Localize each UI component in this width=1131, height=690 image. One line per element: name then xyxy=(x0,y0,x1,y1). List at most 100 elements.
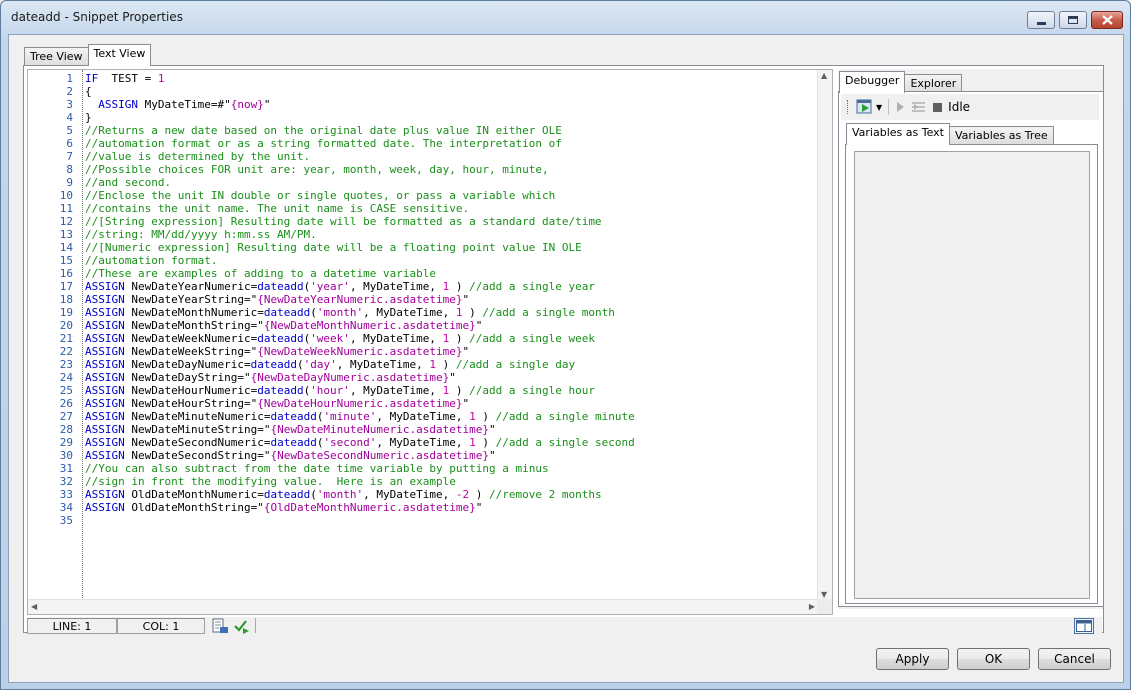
code-line[interactable]: 8 //Possible choices FOR unit are: year, … xyxy=(28,163,820,176)
line-number: 15 xyxy=(59,254,73,267)
code-token: IF xyxy=(85,72,99,85)
code-line[interactable]: 32 //sign in front the modifying value. H… xyxy=(28,475,820,488)
code-line[interactable]: 33 ASSIGN OldDateMonthNumeric=dateadd('mo… xyxy=(28,488,820,501)
stop-button[interactable] xyxy=(933,102,943,112)
tab-variables-as-text[interactable]: Variables as Text xyxy=(846,123,950,145)
window-layout-icon xyxy=(1076,619,1092,632)
scroll-left-arrow-icon[interactable]: ◀ xyxy=(31,602,37,611)
code-line[interactable]: 25 ASSIGN NewDateHourNumeric=dateadd('hou… xyxy=(28,384,820,397)
code-line[interactable]: 13 //string: MM/dd/yyyy h:mm.ss AM/PM. xyxy=(28,228,820,241)
code-token: , MyDateTime, xyxy=(349,384,443,397)
code-line[interactable]: 29 ASSIGN NewDateSecondNumeric=dateadd('s… xyxy=(28,436,820,449)
code-token: -2 xyxy=(455,488,470,501)
code-line[interactable]: 1 IF TEST = 1 xyxy=(28,72,820,85)
code-token: ) xyxy=(462,306,483,319)
scroll-down-arrow-icon[interactable]: ▼ xyxy=(821,590,827,599)
tab-tree-view[interactable]: Tree View xyxy=(24,47,89,66)
code-token: //add a single hour xyxy=(469,384,595,397)
code-token: {NewDateHourNumeric.asdatetime} xyxy=(257,397,463,410)
code-line[interactable]: 23 ASSIGN NewDateDayNumeric=dateadd('day'… xyxy=(28,358,820,371)
minimize-button[interactable] xyxy=(1027,11,1055,29)
code-line[interactable]: 34 ASSIGN OldDateMonthString="{OldDateMon… xyxy=(28,501,820,514)
code-line[interactable]: 27 ASSIGN NewDateMinuteNumeric=dateadd('m… xyxy=(28,410,820,423)
scroll-right-arrow-icon[interactable]: ▶ xyxy=(809,602,815,611)
code-token: //contains the unit name. The unit name … xyxy=(85,202,470,215)
code-token: //remove 2 months xyxy=(489,488,602,501)
code-token: ( xyxy=(310,488,317,501)
code-token: ASSIGN xyxy=(98,98,138,111)
code-line[interactable]: 22 ASSIGN NewDateWeekString="{NewDateWeek… xyxy=(28,345,820,358)
tab-text-view[interactable]: Text View xyxy=(87,44,152,66)
step-into-icon xyxy=(912,102,926,112)
code-token: {NewDateMinuteNumeric.asdatetime} xyxy=(270,423,489,436)
code-line[interactable]: 15 //automation format. xyxy=(28,254,820,267)
line-text: ASSIGN NewDateMinuteNumeric=dateadd('min… xyxy=(75,410,635,423)
code-line[interactable]: 9 //and second. xyxy=(28,176,820,189)
line-number: 26 xyxy=(59,397,73,410)
code-line[interactable]: 28 ASSIGN NewDateMinuteString="{NewDateMi… xyxy=(28,423,820,436)
line-text: ASSIGN NewDateDayNumeric=dateadd('day', … xyxy=(75,358,575,371)
tab-debugger[interactable]: Debugger xyxy=(839,71,906,93)
validate-icon[interactable] xyxy=(233,618,251,634)
code-token: {OldDateMonthNumeric.asdatetime} xyxy=(263,501,476,514)
code-lines[interactable]: 1 IF TEST = 1 2{3 ASSIGN MyDateTime=#"{now… xyxy=(28,72,820,527)
code-editor[interactable]: 1 IF TEST = 1 2{3 ASSIGN MyDateTime=#"{now… xyxy=(27,69,833,615)
maximize-button[interactable] xyxy=(1059,11,1087,29)
variables-text-area[interactable] xyxy=(854,151,1090,599)
line-text: ASSIGN NewDateSecondNumeric=dateadd('sec… xyxy=(75,436,635,449)
layout-toggle-button[interactable] xyxy=(1074,617,1094,634)
code-line[interactable]: 14 //[Numeric expression] Resulting date … xyxy=(28,241,820,254)
code-token: ) xyxy=(449,280,470,293)
code-line[interactable]: 24 ASSIGN NewDateDayString="{NewDateDayNu… xyxy=(28,371,820,384)
line-number: 20 xyxy=(59,319,73,332)
code-line[interactable]: 35 xyxy=(28,514,820,527)
vertical-scrollbar[interactable]: ▲ ▼ xyxy=(817,70,832,600)
horizontal-scrollbar[interactable]: ◀ ▶ xyxy=(28,599,818,614)
code-token: " xyxy=(489,423,496,436)
code-token: //add a single month xyxy=(482,306,615,319)
title-bar[interactable]: dateadd - Snippet Properties xyxy=(1,1,1130,35)
close-button[interactable] xyxy=(1091,11,1123,29)
apply-button[interactable]: Apply xyxy=(876,648,949,670)
code-line[interactable]: 30 ASSIGN NewDateSecondString="{NewDateSe… xyxy=(28,449,820,462)
line-text: //You can also subtract from the date ti… xyxy=(75,462,549,475)
code-token: ) xyxy=(475,436,496,449)
code-line[interactable]: 26 ASSIGN NewDateHourString="{NewDateHour… xyxy=(28,397,820,410)
code-line[interactable]: 16 //These are examples of adding to a da… xyxy=(28,267,820,280)
scroll-up-arrow-icon[interactable]: ▲ xyxy=(821,71,827,80)
code-token: ASSIGN xyxy=(85,332,125,345)
stop-icon xyxy=(933,102,943,112)
code-token: {NewDateMonthNumeric.asdatetime} xyxy=(263,319,476,332)
line-number: 28 xyxy=(59,423,73,436)
step-into-button[interactable] xyxy=(911,101,927,113)
code-line[interactable]: 5 //Returns a new date based on the origi… xyxy=(28,124,820,137)
code-line[interactable]: 7 //value is determined by the unit. xyxy=(28,150,820,163)
cancel-button[interactable]: Cancel xyxy=(1038,648,1111,670)
code-line[interactable]: 12 //[String expression] Resulting date w… xyxy=(28,215,820,228)
code-token: dateadd xyxy=(270,436,317,449)
document-check-icon[interactable] xyxy=(211,618,229,634)
line-number: 27 xyxy=(59,410,73,423)
code-token: NewDateHourString=" xyxy=(124,397,258,410)
code-token: ASSIGN xyxy=(85,319,125,332)
ok-button[interactable]: OK xyxy=(957,648,1030,670)
code-line[interactable]: 19 ASSIGN NewDateMonthNumeric=dateadd('mo… xyxy=(28,306,820,319)
code-line[interactable]: 20 ASSIGN NewDateMonthString="{NewDateMon… xyxy=(28,319,820,332)
code-token: " xyxy=(462,345,470,358)
code-line[interactable]: 21 ASSIGN NewDateWeekNumeric=dateadd('wee… xyxy=(28,332,820,345)
code-line[interactable]: 10 //Enclose the unit IN double or single… xyxy=(28,189,820,202)
tab-variables-as-tree[interactable]: Variables as Tree xyxy=(948,126,1054,145)
code-line[interactable]: 17 ASSIGN NewDateYearNumeric=dateadd('yea… xyxy=(28,280,820,293)
run-dropdown-button[interactable]: ▼ xyxy=(856,99,882,115)
window-title: dateadd - Snippet Properties xyxy=(11,10,183,24)
code-line[interactable]: 11 //contains the unit name. The unit nam… xyxy=(28,202,820,215)
code-line[interactable]: 18 ASSIGN NewDateYearString="{NewDateYear… xyxy=(28,293,820,306)
step-button[interactable] xyxy=(895,101,905,113)
code-line[interactable]: 6 //automation format or as a string form… xyxy=(28,137,820,150)
code-token: {NewDateYearNumeric.asdatetime} xyxy=(257,293,463,306)
code-token: ASSIGN xyxy=(85,384,125,397)
code-line[interactable]: 31 //You can also subtract from the date … xyxy=(28,462,820,475)
code-line[interactable]: 2{ xyxy=(28,85,820,98)
code-line[interactable]: 3 ASSIGN MyDateTime=#"{now}" xyxy=(28,98,820,111)
code-line[interactable]: 4} xyxy=(28,111,820,124)
